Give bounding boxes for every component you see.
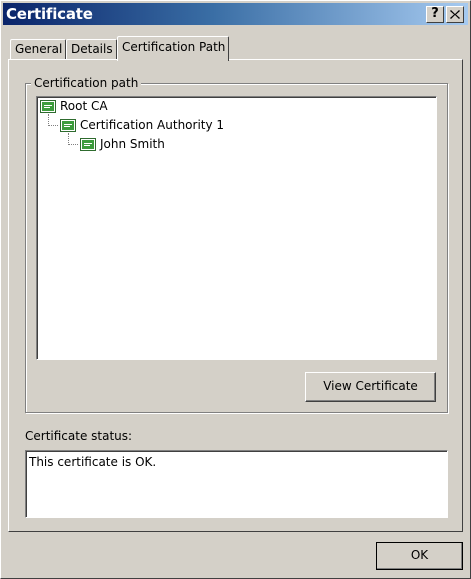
ok-button[interactable]: OK (376, 542, 463, 570)
help-button[interactable]: ? (426, 6, 444, 23)
close-icon (450, 10, 460, 19)
tree-node-label: Certification Authority 1 (80, 118, 225, 132)
title-bar[interactable]: Certificate ? (3, 3, 468, 25)
tree-node-root-ca[interactable]: Root CA (40, 98, 108, 115)
tree-node-certification-authority-1[interactable]: Certification Authority 1 (60, 117, 224, 134)
tab-details[interactable]: Details (66, 39, 117, 59)
tab-label: Certification Path (122, 40, 226, 54)
certificate-status-label: Certificate status: (25, 429, 133, 443)
certificate-status-box[interactable]: This certificate is OK. (25, 450, 448, 518)
tab-label: General (15, 42, 63, 56)
tab-label: Details (71, 42, 113, 56)
certification-path-tree[interactable]: Root CA Certification Authority 1 John S… (36, 96, 437, 360)
certificate-status-text: This certificate is OK. (29, 455, 157, 469)
close-button[interactable] (446, 6, 464, 23)
certificate-icon (40, 100, 56, 113)
help-icon: ? (431, 6, 439, 21)
window-title: Certificate (6, 5, 93, 23)
certificate-icon (80, 138, 96, 151)
certificate-dialog: Certificate ? General Details Certificat… (0, 0, 471, 579)
tree-node-label: Root CA (60, 99, 108, 113)
tree-connector (48, 125, 58, 126)
tab-certification-path[interactable]: Certification Path (117, 36, 229, 61)
tree-node-label: John Smith (100, 137, 165, 151)
tab-general[interactable]: General (10, 39, 66, 59)
tree-connector (68, 144, 78, 145)
group-label: Certification path (31, 76, 142, 90)
certificate-icon (60, 119, 76, 132)
tree-node-john-smith[interactable]: John Smith (80, 136, 165, 153)
view-certificate-button[interactable]: View Certificate (305, 372, 436, 402)
